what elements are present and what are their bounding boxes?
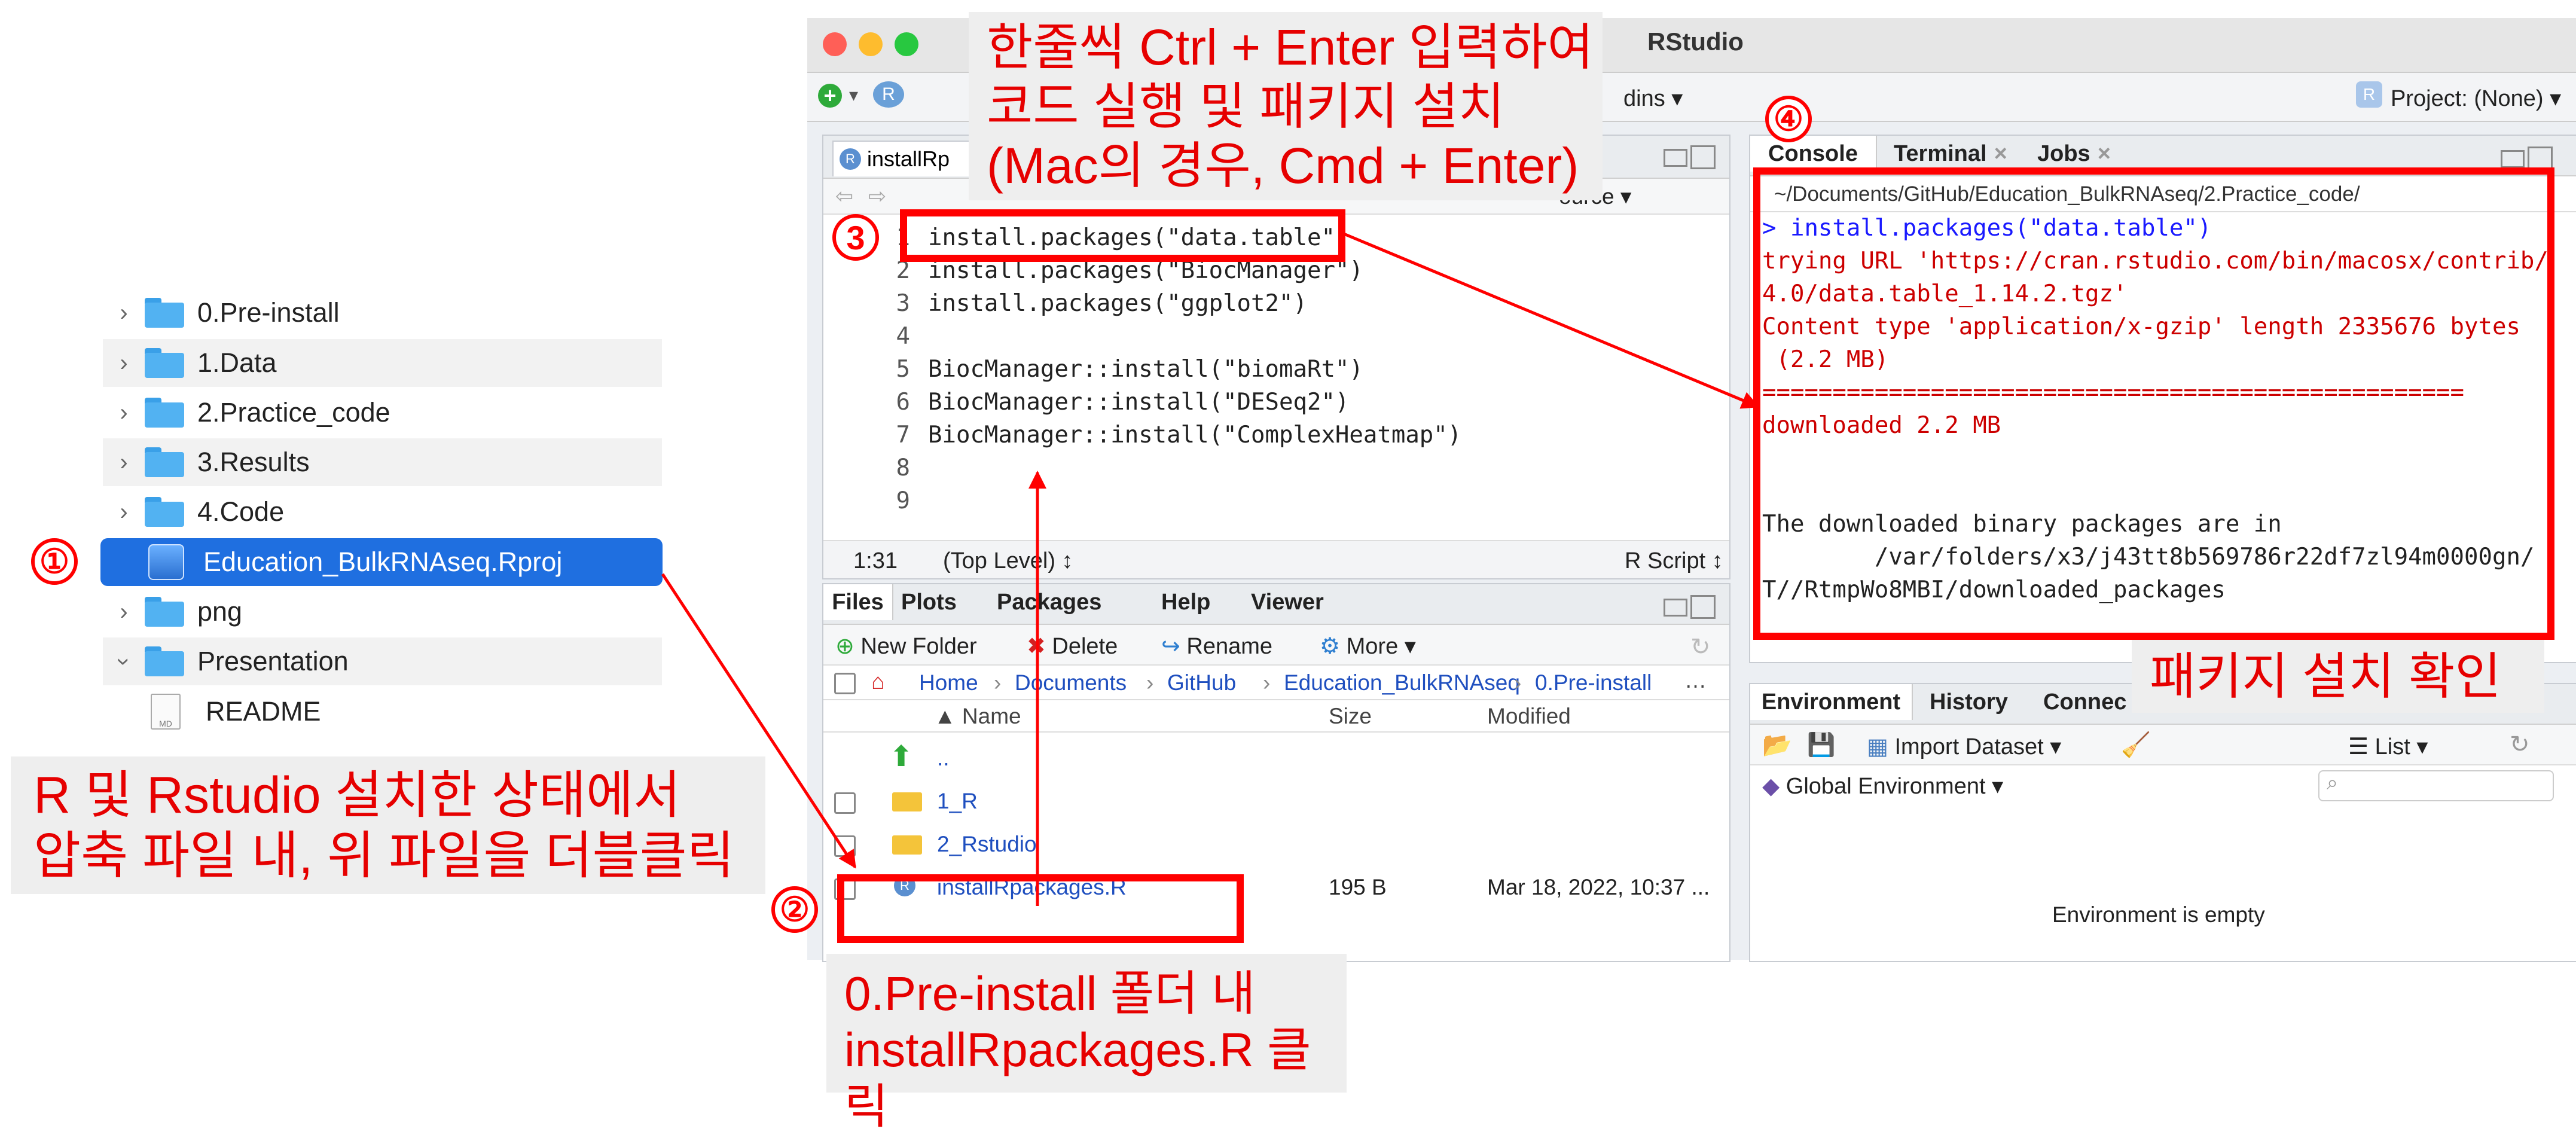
step-marker-2: ② <box>771 886 818 933</box>
note-line: 코드 실행 및 패키지 설치 <box>987 78 1505 135</box>
note-double-click-rproj: R 및 Rstudio 설치한 상태에서 압축 파일 내, 위 파일을 더블클릭 <box>11 756 765 894</box>
highlight-install-file <box>837 874 1244 943</box>
highlight-console-output <box>1753 167 2554 640</box>
arrow-editor-to-console <box>1342 231 1760 409</box>
step-marker-1: ① <box>31 538 78 585</box>
note-line: R 및 Rstudio 설치한 상태에서 <box>33 767 681 824</box>
note-ctrl-enter: 한줄씩 Ctrl + Enter 입력하여 코드 실행 및 패키지 설치 (Ma… <box>969 12 1603 200</box>
note-line: 패키지 설치 확인 <box>2150 648 2501 704</box>
note-click-install-file: 0.Pre-install 폴더 내 installRpackages.R 클릭 <box>826 954 1347 1133</box>
note-line: 압축 파일 내, 위 파일을 더블클릭 <box>33 827 734 885</box>
note-line: installRpackages.R 클릭 <box>844 1023 1311 1133</box>
step-marker-4: ④ <box>1765 96 1812 142</box>
note-line: 한줄씩 Ctrl + Enter 입력하여 <box>987 19 1594 75</box>
step-marker-3: 3 <box>832 214 879 261</box>
highlight-code-line-1 <box>900 209 1345 262</box>
note-line: (Mac의 경우, Cmd + Enter) <box>987 138 1579 194</box>
note-line: 0.Pre-install 폴더 내 <box>844 967 1256 1020</box>
note-confirm-install: 패키지 설치 확인 <box>2132 640 2544 713</box>
